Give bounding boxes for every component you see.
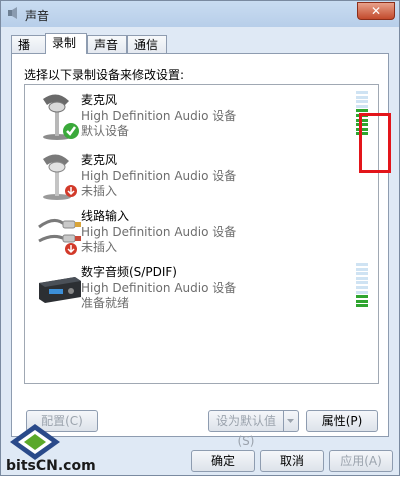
cancel-button[interactable]: 取消: [260, 450, 324, 472]
level-segment: [356, 104, 368, 108]
tab-recording[interactable]: 录制: [45, 33, 87, 54]
level-segment: [356, 272, 368, 276]
device-status: 未插入: [81, 240, 118, 254]
device-status: 准备就绪: [81, 296, 130, 310]
level-segment: [356, 100, 368, 104]
line-in-unplugged-icon: [38, 219, 81, 255]
level-segment: [356, 267, 368, 271]
sound-dialog: 声音 ✕ 播放 录制 声音 通信 选择以下录制设备来修改设置: 麦克风 High: [0, 0, 400, 476]
device-name: 线路输入: [81, 209, 130, 223]
set-default-dropdown[interactable]: [284, 410, 299, 432]
chevron-down-icon: [287, 419, 294, 423]
bitscn-logo-icon: [10, 424, 60, 460]
device-item[interactable]: 麦克风 High Definition Audio 设备 未插入: [25, 147, 378, 205]
annotation-highlight-box: [359, 113, 391, 173]
watermark-logo: bitsCN.com: [0, 422, 110, 478]
speaker-icon: [8, 7, 17, 19]
level-segment: [356, 304, 368, 308]
device-name: 数字音频(S/PDIF): [81, 265, 177, 279]
window-title: 声音: [25, 9, 50, 23]
level-segment: [356, 281, 368, 285]
device-item[interactable]: 线路输入 High Definition Audio 设备 未插入: [25, 203, 378, 261]
level-segment: [356, 286, 368, 289]
close-icon: ✕: [370, 4, 382, 18]
apply-button[interactable]: 应用(A): [329, 450, 393, 472]
title-bar[interactable]: 声音 ✕: [1, 1, 399, 27]
properties-button[interactable]: 属性(P): [306, 410, 378, 432]
close-button[interactable]: ✕: [357, 2, 395, 20]
recording-panel: 选择以下录制设备来修改设置: 麦克风 High Definition Audio…: [11, 53, 391, 448]
level-segment: [356, 299, 368, 303]
device-item[interactable]: 数字音频(S/PDIF) High Definition Audio 设备 准备…: [25, 259, 378, 317]
level-meter: [356, 263, 368, 309]
tab-playback[interactable]: 播放: [11, 35, 47, 70]
device-list: 麦克风 High Definition Audio 设备 默认设备 麦克风 Hi…: [24, 84, 391, 384]
tab-sounds[interactable]: 声音: [87, 35, 127, 53]
device-status: 默认设备: [81, 124, 130, 138]
level-segment: [356, 109, 368, 113]
level-segment: [356, 290, 368, 294]
tab-communications[interactable]: 通信: [127, 35, 167, 53]
watermark-text: bitsCN.com: [6, 458, 96, 474]
level-segment: [356, 91, 368, 94]
level-segment: [356, 95, 368, 99]
ok-button[interactable]: 确定: [191, 450, 255, 472]
microphone-default-icon: [43, 94, 79, 140]
level-segment: [356, 276, 368, 280]
instruction-text: 选择以下录制设备来修改设置:: [24, 68, 185, 82]
spdif-device-icon: [39, 277, 81, 303]
device-name: 麦克风: [81, 93, 118, 107]
level-segment: [356, 295, 368, 299]
device-status: 未插入: [81, 184, 118, 198]
microphone-unplugged-icon: [43, 154, 77, 200]
level-segment: [356, 263, 368, 266]
set-default-button[interactable]: 设为默认值(S): [208, 410, 284, 448]
device-item[interactable]: 麦克风 High Definition Audio 设备 默认设备: [25, 87, 378, 145]
device-name: 麦克风: [81, 153, 118, 167]
